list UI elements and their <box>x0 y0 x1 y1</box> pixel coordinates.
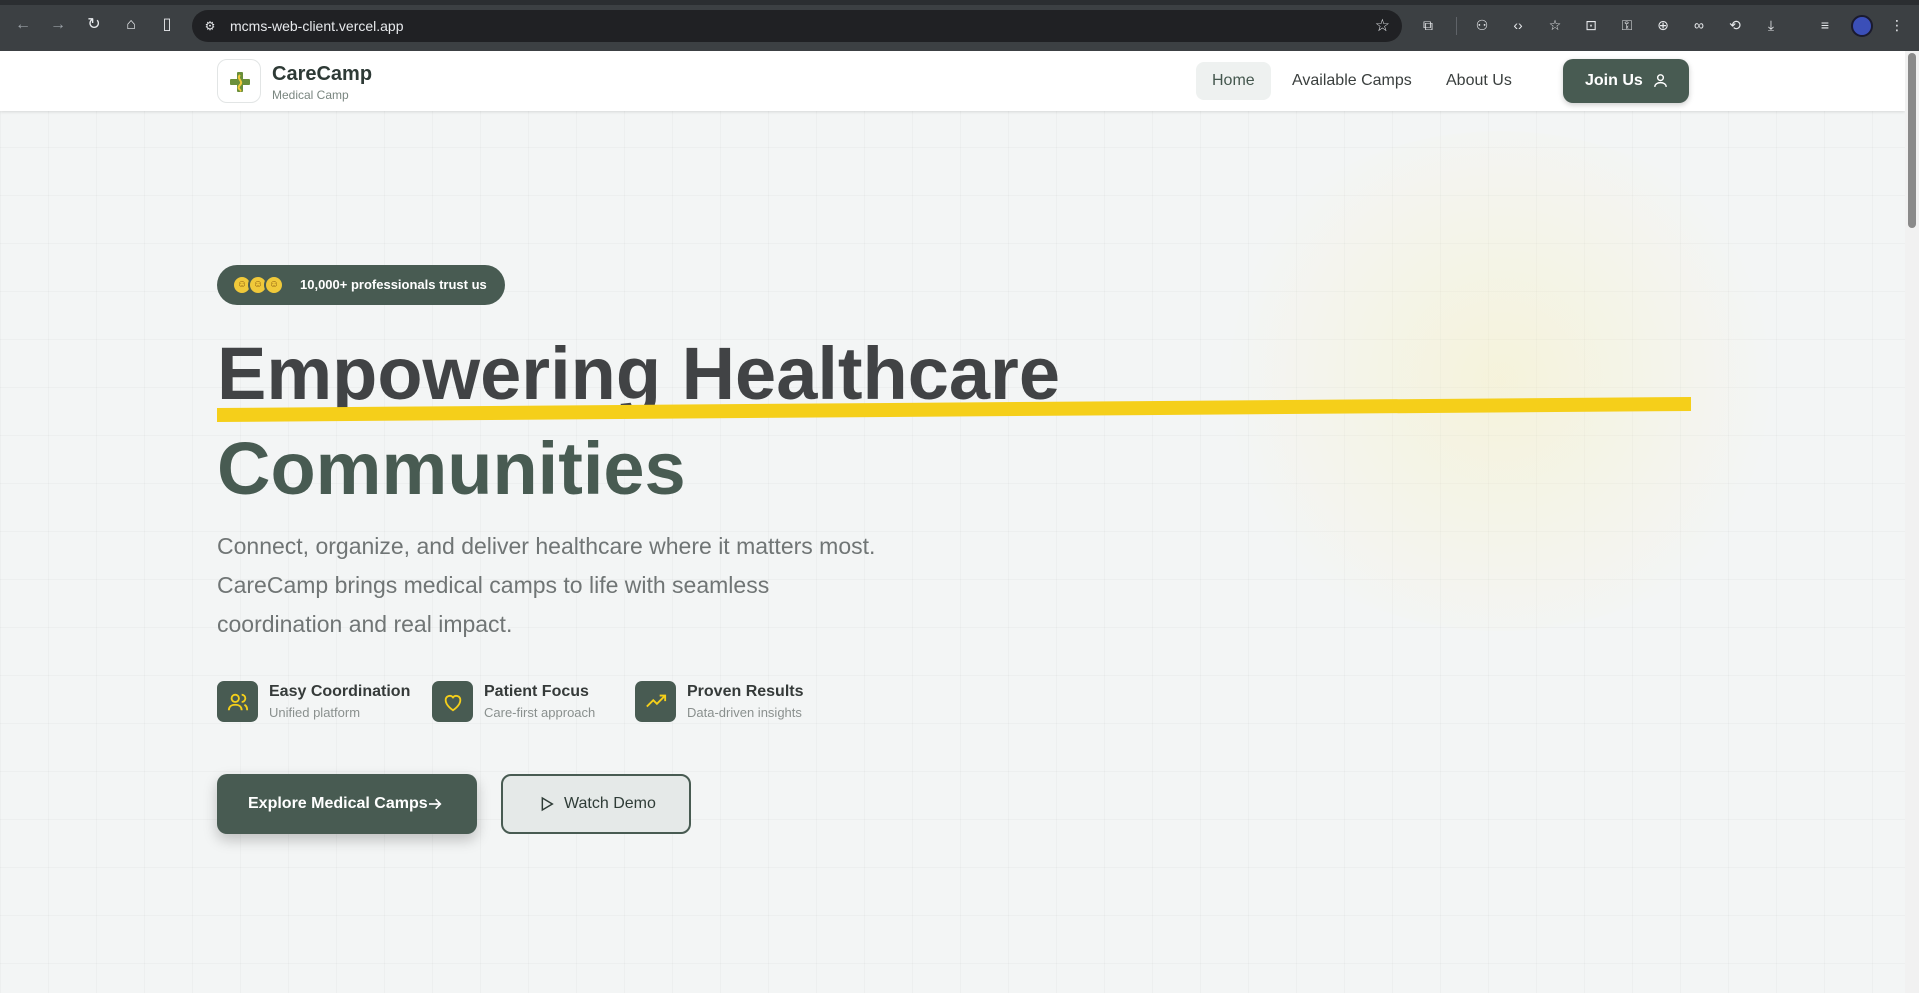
nav-about-us[interactable]: About Us <box>1430 62 1528 100</box>
feature-subtitle: Data-driven insights <box>687 705 802 720</box>
headline-line-2: Communities <box>217 427 686 510</box>
reload-icon[interactable]: ↻ <box>83 14 105 36</box>
capture-icon[interactable]: ⊕ <box>1653 15 1673 35</box>
play-icon <box>541 796 554 812</box>
watch-demo-label: Watch Demo <box>564 795 656 812</box>
forward-icon[interactable]: → <box>47 14 69 36</box>
feature-proven-results: Proven Results Data-driven insights <box>635 681 825 723</box>
star-outline-icon[interactable]: ☆ <box>1545 15 1565 35</box>
key-icon[interactable]: ⚿ <box>1617 15 1637 35</box>
join-us-button[interactable]: Join Us <box>1563 59 1689 103</box>
nav-home[interactable]: Home <box>1196 62 1271 100</box>
feature-title: Proven Results <box>687 683 804 700</box>
nav-available-camps[interactable]: Available Camps <box>1276 62 1428 100</box>
feature-easy-coordination: Easy Coordination Unified platform <box>217 681 411 723</box>
logo[interactable] <box>217 59 261 103</box>
page: CareCamp Medical Camp Home Available Cam… <box>0 51 1905 993</box>
history-icon[interactable]: ⟲ <box>1725 15 1745 35</box>
watch-demo-button[interactable]: Watch Demo <box>501 774 691 834</box>
highlight-underline <box>217 397 1691 422</box>
back-icon[interactable]: ← <box>12 14 34 36</box>
feature-patient-focus: Patient Focus Care-first approach <box>432 681 612 723</box>
feature-title: Easy Coordination <box>269 683 411 700</box>
user-icon <box>1654 74 1667 87</box>
code-icon[interactable]: ‹› <box>1508 15 1528 35</box>
decorative-glow <box>1200 131 1800 631</box>
trending-up-icon <box>646 694 667 708</box>
home-icon[interactable]: ⌂ <box>120 14 142 36</box>
explore-medical-camps-button[interactable]: Explore Medical Camps <box>217 774 477 834</box>
trust-text: 10,000+ professionals trust us <box>300 277 487 292</box>
toolbar-divider <box>1456 17 1457 35</box>
trust-badge: ☺ ☺ ☺ 10,000+ professionals trust us <box>217 265 505 305</box>
feature-subtitle: Care-first approach <box>484 705 596 720</box>
download-icon[interactable]: ⤓ <box>1761 15 1781 35</box>
link-icon[interactable]: ∞ <box>1689 15 1709 35</box>
brand-tagline: Medical Camp <box>272 88 349 102</box>
medical-cross-icon <box>230 72 250 92</box>
site-header: CareCamp Medical Camp Home Available Cam… <box>0 51 1905 111</box>
incognito-icon[interactable]: ⚇ <box>1472 15 1492 35</box>
feature-icon-box <box>635 681 676 722</box>
feature-title: Patient Focus <box>484 683 589 700</box>
site-info-icon[interactable]: ⚙ <box>202 18 218 34</box>
heart-icon <box>444 695 462 712</box>
browser-chrome: ← → ↻ ⌂ ▯ ⚙ mcms-web-client.vercel.app ☆… <box>0 0 1919 51</box>
search-tab-icon[interactable]: ⊡ <box>1581 15 1601 35</box>
feature-icon-box <box>432 681 473 722</box>
feature-icon-box <box>217 681 258 722</box>
puzzle-icon[interactable]: ⧉ <box>1418 15 1438 35</box>
explore-label: Explore Medical Camps <box>248 795 428 812</box>
side-panel-icon[interactable]: ▯ <box>156 14 178 36</box>
brand-name: CareCamp <box>272 63 373 85</box>
media-queue-icon[interactable]: ≡ <box>1815 15 1835 35</box>
users-icon <box>227 693 249 711</box>
feature-subtitle: Unified platform <box>269 705 361 720</box>
page-scrollbar[interactable] <box>1905 51 1919 993</box>
hero-subtitle: Connect, organize, and deliver healthcar… <box>217 533 876 637</box>
url-text[interactable]: mcms-web-client.vercel.app <box>230 18 404 34</box>
profile-avatar[interactable] <box>1851 15 1873 37</box>
avatar-icon: ☺ <box>264 275 284 295</box>
join-us-label: Join Us <box>1585 72 1643 89</box>
brand[interactable]: CareCamp Medical Camp <box>272 63 372 102</box>
scrollbar-thumb[interactable] <box>1908 53 1916 228</box>
bookmark-star-icon[interactable]: ☆ <box>1375 16 1390 36</box>
address-bar[interactable]: ⚙ mcms-web-client.vercel.app ☆ <box>192 10 1402 42</box>
tab-strip <box>0 0 1919 5</box>
arrow-right-icon <box>429 798 442 810</box>
kebab-menu-icon[interactable]: ⋮ <box>1887 15 1907 35</box>
